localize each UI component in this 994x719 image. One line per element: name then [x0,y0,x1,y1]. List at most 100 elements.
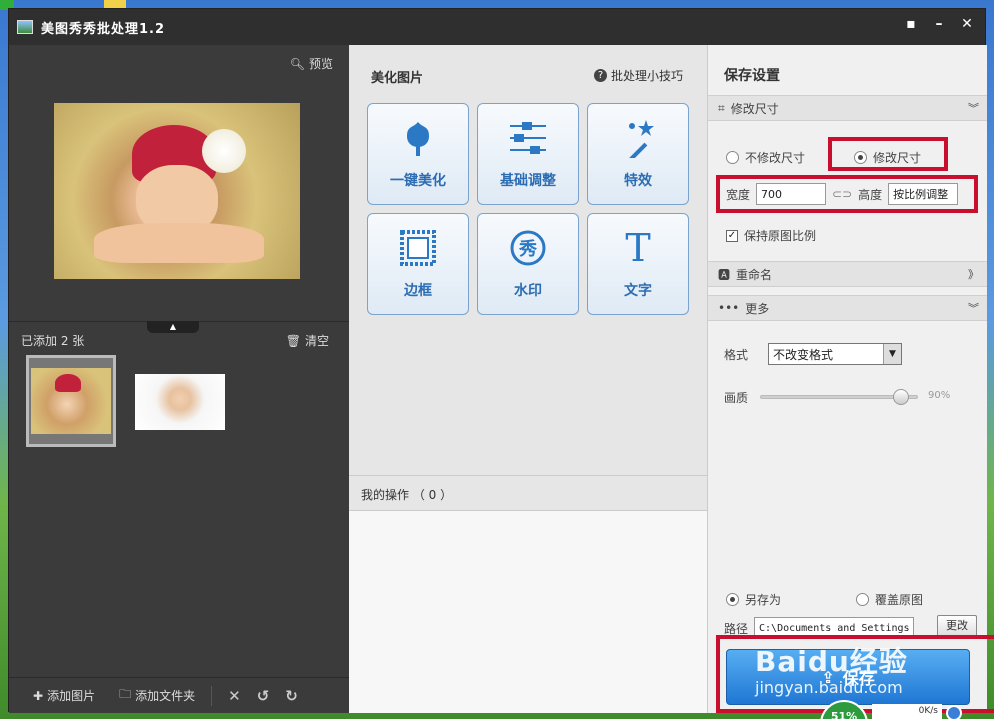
photo-flower [202,129,246,173]
no-resize-option[interactable]: 不修改尺寸 [726,149,805,166]
tool-label: 边框 [404,283,432,299]
tool-label: 特效 [624,173,652,189]
quality-slider-knob[interactable] [893,389,910,405]
keep-ratio-checkbox[interactable]: ✓ [726,229,738,242]
save-label: 保存 [842,669,875,688]
resize-label: 修改尺寸 [873,151,922,165]
upload-icon: ⇪ [821,667,835,687]
tips-label: 批处理小技巧 [610,69,683,83]
rotate-left-icon[interactable]: ↺ [257,687,270,705]
chevron-down-icon: ︾ [968,302,979,315]
tool-text[interactable]: T 文字 [587,213,689,315]
middle-panel: 美化图片 ? 批处理小技巧 一键美化 基础调整 特效 边框 秀 水印 T 文字 … [349,45,707,713]
quality-value: 90% [928,390,951,401]
tool-effects[interactable]: 特效 [587,103,689,205]
operations-list [349,511,707,713]
minimize-icon[interactable]: – [925,13,953,35]
clear-label: 清空 [304,334,329,348]
text-glyph: T [625,226,651,270]
network-speed: 0K/s [872,703,942,719]
tool-basic-adjust[interactable]: 基础调整 [477,103,579,205]
path-label: 路径 [724,621,749,636]
height-input[interactable] [888,183,959,205]
thumbnail-2[interactable] [135,374,225,430]
rename-section-header[interactable]: 🅰︎ 重命名 》 [708,261,987,287]
ops-label: 我的操作 （ 0 ） [361,488,453,502]
dropdown-arrow-icon: ▼ [883,344,902,364]
quality-label: 画质 [724,391,749,405]
window-controls: ▪ – ✕ [897,13,981,35]
keep-ratio-label: 保持原图比例 [744,229,817,243]
close-icon[interactable]: ✕ [953,13,981,35]
thumbnail-selected[interactable] [26,355,116,447]
save-as-radio[interactable] [726,593,739,606]
folder-icon: 🗀 [119,687,132,701]
clear-button[interactable]: 🗑︎ 清空 [286,332,329,349]
preview-button[interactable]: 🔍︎ 预览 [290,55,333,72]
tool-label: 一键美化 [390,173,446,189]
dimensions-row: 宽度 ⊂⊃ 高度 [726,183,959,205]
resize-radio[interactable] [854,151,867,164]
no-resize-label: 不修改尺寸 [745,151,806,165]
tool-frame[interactable]: 边框 [367,213,469,315]
tool-watermark[interactable]: 秀 水印 [477,213,579,315]
title-bar[interactable]: 美图秀秀批处理1.2 ▪ – ✕ [9,9,985,45]
tool-label: 水印 [514,283,542,299]
watermark-glyph: 秀 [518,239,537,260]
resize-section-label: 修改尺寸 [730,101,779,116]
format-value: 不改变格式 [773,347,834,362]
beautify-header: 美化图片 [371,71,424,86]
tool-one-click-beautify[interactable]: 一键美化 [367,103,469,205]
watermark-xiu-icon: 秀 [478,228,578,268]
collapse-toggle[interactable]: ▲ [147,321,199,333]
photo-arms [94,223,264,263]
height-label: 高度 [858,187,883,202]
triangle-up-icon: ▲ [169,322,177,331]
more-dots-icon: ••• [718,301,740,315]
plus-icon: ✚ [33,688,44,703]
left-panel: 🔍︎ 预览 已添加 2 张 🗑︎ 清空 ▲ ✚ 添加图片 🗀 添加文件夹 ✕ ↺… [9,45,349,713]
save-settings-title: 保存设置 [724,68,780,84]
accelerator-icon[interactable] [946,705,962,719]
tool-label: 基础调整 [500,173,556,189]
preview-image [54,103,300,279]
tips-link[interactable]: ? 批处理小技巧 [593,67,683,84]
overwrite-label: 覆盖原图 [875,593,924,607]
width-label: 宽度 [726,187,751,202]
desktop-folder-icon[interactable] [104,0,126,8]
overwrite-option[interactable]: 覆盖原图 [856,591,923,608]
add-folder-button[interactable]: 🗀 添加文件夹 [119,685,195,706]
format-label: 格式 [724,347,749,362]
add-image-label: 添加图片 [47,689,96,703]
system-tray: 51% 0K/s [820,700,962,719]
window-title: 美图秀秀批处理1.2 [41,21,166,37]
add-folder-label: 添加文件夹 [135,689,196,703]
save-as-option[interactable]: 另存为 [726,591,781,608]
feedback-icon[interactable]: ▪ [897,13,925,35]
keep-ratio-option[interactable]: ✓ 保持原图比例 [726,227,816,244]
quality-slider[interactable] [760,389,918,405]
resize-section-header[interactable]: ⌗ 修改尺寸 ︾ [708,95,987,121]
width-input[interactable] [756,183,827,205]
rotate-right-icon[interactable]: ↻ [285,687,298,705]
no-resize-radio[interactable] [726,151,739,164]
link-icon[interactable]: ⊂⊃ [832,187,852,201]
cpu-usage-badge[interactable]: 51% [820,700,868,719]
overwrite-radio[interactable] [856,593,869,606]
question-icon: ? [593,69,607,82]
preview-label: 预览 [308,57,333,71]
resize-option[interactable]: 修改尺寸 [854,149,921,166]
delete-icon[interactable]: ✕ [228,687,241,705]
format-select[interactable]: 不改变格式 ▼ [768,343,903,365]
add-image-button[interactable]: ✚ 添加图片 [33,687,95,704]
my-operations-header: 我的操作 （ 0 ） [349,475,707,511]
save-button[interactable]: ⇪ 保存 [726,649,970,705]
crop-icon: ⌗ [718,100,725,115]
change-path-button[interactable]: 更改 [937,615,977,637]
more-section-header[interactable]: ••• 更多 ︾ [708,295,987,321]
separator [211,685,213,706]
right-panel: 保存设置 ⌗ 修改尺寸 ︾ 不修改尺寸 修改尺寸 宽度 ⊂⊃ 高度 ✓ 保持原图… [707,45,994,713]
tulip-icon [368,118,468,158]
image-count: 已添加 2 张 [21,334,85,348]
format-row: 格式 不改变格式 ▼ [724,343,903,365]
